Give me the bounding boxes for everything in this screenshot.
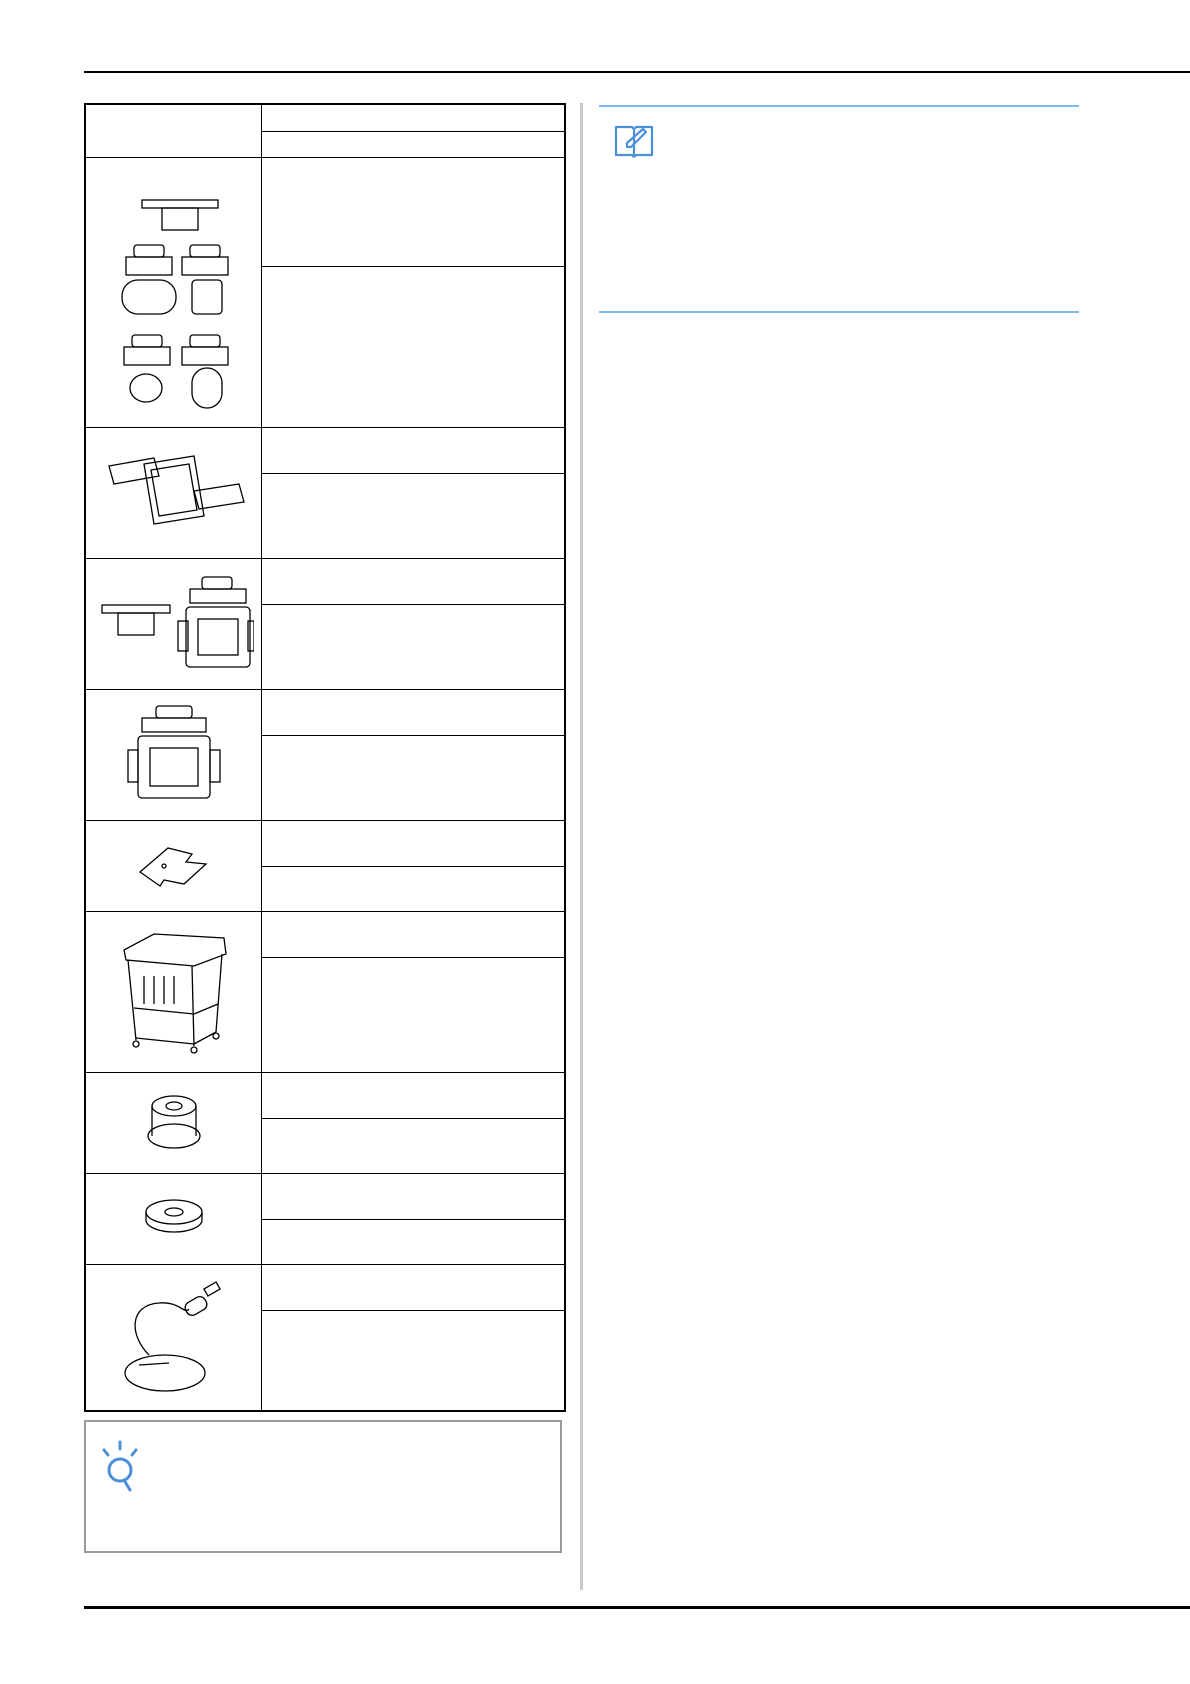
column-divider — [580, 103, 583, 1590]
part-image-cell — [84, 820, 262, 912]
table-row — [84, 1264, 566, 1412]
part-name-cell — [261, 1072, 566, 1119]
memo-box — [599, 105, 1079, 313]
usb-mouse-icon — [123, 1281, 221, 1392]
part-image-cell — [84, 689, 262, 821]
part-image-cell — [84, 157, 262, 428]
part-name-cell — [261, 689, 566, 736]
header-image-cell — [84, 103, 262, 158]
memo-book-pencil-icon — [614, 125, 654, 158]
table-header-row — [84, 103, 566, 158]
square-frame-icon — [126, 704, 221, 799]
table-row — [84, 558, 566, 690]
part-name-cell — [261, 820, 566, 867]
part-code-cell — [261, 266, 566, 428]
part-code-cell — [261, 473, 566, 559]
table-row — [84, 427, 566, 559]
header-code-cell — [261, 130, 566, 159]
part-code-cell — [261, 604, 566, 690]
note-box — [84, 1420, 562, 1553]
table-row — [84, 689, 566, 821]
bottom-rule — [84, 1606, 1190, 1609]
memo-bottom-rule — [599, 311, 1079, 313]
table-row — [84, 911, 566, 1073]
part-code-cell — [261, 735, 566, 821]
table-row — [84, 157, 566, 428]
part-image-cell — [84, 911, 262, 1073]
part-image-cell — [84, 558, 262, 690]
top-rule — [84, 71, 1190, 73]
bracket-square-frame-icon — [100, 575, 255, 668]
part-code-cell — [261, 1310, 566, 1412]
plate-icon — [138, 846, 208, 887]
lightbulb-note-icon — [102, 1440, 138, 1492]
part-image-cell — [84, 1173, 262, 1265]
table-row — [84, 1173, 566, 1265]
stand-cart-icon — [122, 932, 227, 1054]
part-code-cell — [261, 957, 566, 1073]
spool-felt-icon — [144, 1198, 203, 1233]
part-code-cell — [261, 1118, 566, 1174]
embroidery-frames-icon — [120, 199, 229, 409]
part-name-cell — [261, 1264, 566, 1311]
accessories-table — [84, 103, 566, 1412]
part-name-cell — [261, 1173, 566, 1220]
part-image-cell — [84, 1264, 262, 1412]
part-code-cell — [261, 866, 566, 912]
part-code-cell — [261, 1219, 566, 1265]
header-name-cell — [261, 103, 566, 132]
rectangular-frame-icon — [107, 454, 245, 525]
table-row — [84, 820, 566, 912]
memo-top-rule — [599, 105, 1079, 107]
part-name-cell — [261, 427, 566, 474]
part-image-cell — [84, 1072, 262, 1174]
part-name-cell — [261, 558, 566, 605]
spool-cap-icon — [146, 1094, 201, 1149]
part-name-cell — [261, 157, 566, 267]
part-image-cell — [84, 427, 262, 559]
part-name-cell — [261, 911, 566, 958]
table-row — [84, 1072, 566, 1174]
